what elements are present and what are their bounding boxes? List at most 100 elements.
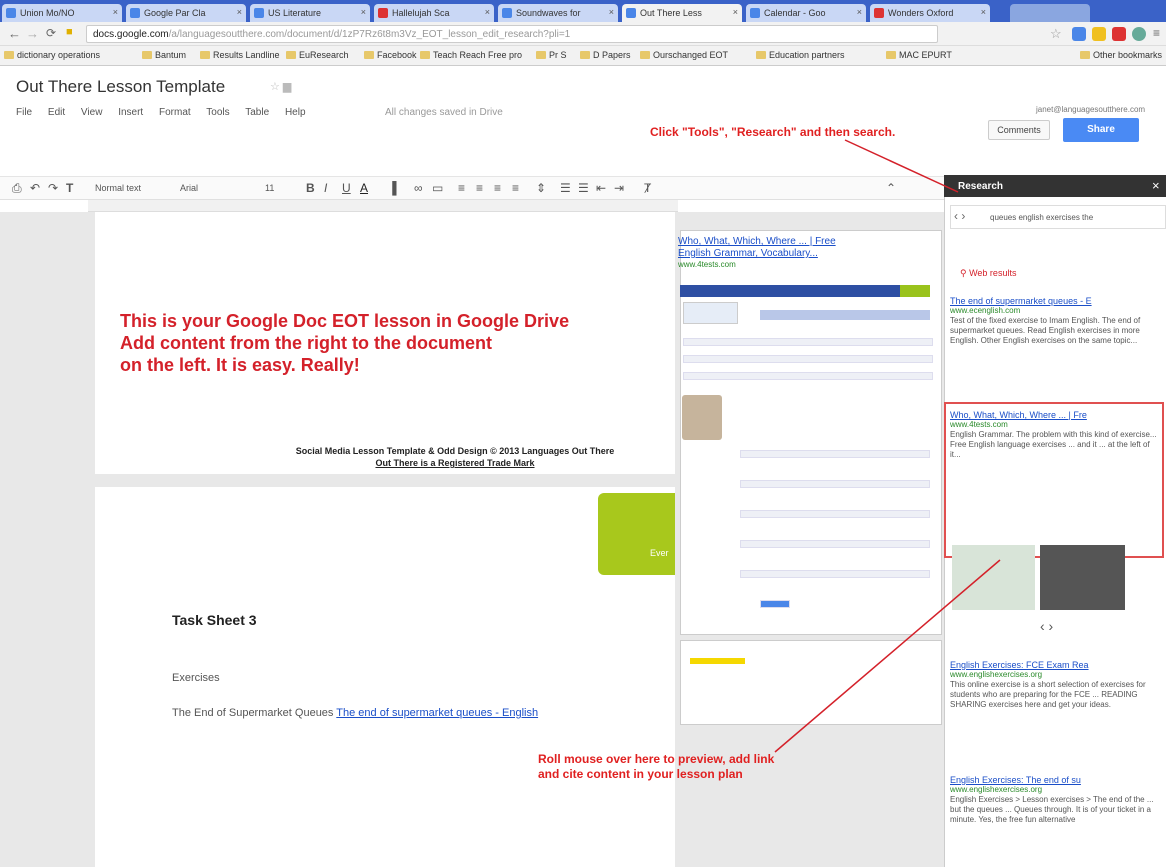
reload-icon[interactable]: ⟳ (46, 26, 56, 40)
highlight-icon[interactable]: ▐ (388, 181, 397, 195)
browser-tab[interactable]: Union Mo/NO × (2, 4, 122, 22)
close-tab-icon[interactable]: × (857, 7, 862, 17)
url-input[interactable]: docs.google.com/a/languagesoutthere.com/… (86, 25, 938, 43)
browser-tab[interactable]: Hallelujah Sca × (374, 4, 494, 22)
line-spacing-icon[interactable]: ⇕ (536, 181, 546, 195)
menu-format[interactable]: Format (159, 107, 191, 118)
preview-url: www.4tests.com (678, 260, 736, 269)
menu-table[interactable]: Table (245, 107, 269, 118)
decrease-indent-icon[interactable]: ⇤ (596, 181, 606, 195)
align-center-icon[interactable]: ≡ (476, 181, 483, 195)
undo-icon[interactable]: ↶ (30, 181, 40, 195)
menu-help[interactable]: Help (285, 107, 306, 118)
bookmark-item[interactable]: MAC EPURT (886, 50, 952, 60)
user-email[interactable]: janet@languagesoutthere.com (1036, 105, 1145, 114)
extension-icon[interactable] (1072, 27, 1086, 41)
supermarket-link[interactable]: The end of supermarket queues - English (336, 707, 538, 719)
size-select[interactable]: 11 (265, 183, 274, 193)
close-tab-icon[interactable]: × (733, 7, 738, 17)
align-left-icon[interactable]: ≡ (458, 181, 465, 195)
bookmark-item[interactable]: Ourschanged EOT (640, 50, 728, 60)
numbered-list-icon[interactable]: ☰ (560, 181, 571, 195)
result-preview-secondary[interactable] (680, 640, 942, 725)
font-select[interactable]: Arial (180, 183, 198, 193)
redo-icon[interactable]: ↷ (48, 181, 58, 195)
forward-arrow-icon[interactable]: → (26, 26, 39, 41)
menu-tools[interactable]: Tools (206, 107, 229, 118)
close-tab-icon[interactable]: × (113, 7, 118, 17)
star-folder-icons[interactable]: ☆ ▆ (270, 80, 291, 93)
comments-button[interactable]: Comments (988, 120, 1050, 140)
close-icon[interactable]: × (1152, 178, 1160, 193)
print-icon[interactable]: ⎙ (12, 181, 22, 196)
star-icon[interactable]: ☆ (1050, 26, 1062, 42)
increase-indent-icon[interactable]: ⇥ (614, 181, 624, 195)
bookmark-item[interactable]: Education partners (756, 50, 845, 60)
task-sheet-title: Task Sheet 3 (172, 612, 257, 628)
justify-icon[interactable]: ≡ (512, 181, 519, 195)
browser-tab[interactable]: US Literature × (250, 4, 370, 22)
back-arrow-icon[interactable]: ← (8, 26, 21, 41)
menu-view[interactable]: View (81, 107, 103, 118)
menu-file[interactable]: File (16, 107, 32, 118)
result-image-thumbnail[interactable] (1040, 545, 1125, 610)
bookmark-item[interactable]: Facebook (364, 50, 417, 60)
bulleted-list-icon[interactable]: ☰ (578, 181, 589, 195)
new-tab-button[interactable] (1010, 4, 1090, 22)
document-title[interactable]: Out There Lesson Template (16, 77, 225, 97)
close-tab-icon[interactable]: × (237, 7, 242, 17)
bookmark-item[interactable]: Results Landline (200, 50, 280, 60)
browser-tab[interactable]: Wonders Oxford × (870, 4, 990, 22)
research-result[interactable]: The end of supermarket queues - Ewww.ece… (950, 296, 1160, 346)
clear-format-icon[interactable]: Ⱦ (644, 181, 651, 195)
browser-tab[interactable]: Soundwaves for × (498, 4, 618, 22)
italic-icon[interactable]: I (324, 181, 327, 195)
extension-icon[interactable] (1132, 27, 1146, 41)
bookmark-item[interactable]: D Papers (580, 50, 631, 60)
result-title[interactable]: The end of supermarket queues - E (950, 296, 1160, 306)
result-image-thumbnail[interactable] (952, 545, 1035, 610)
bookmark-item[interactable]: dictionary operations (4, 50, 100, 60)
collapse-icon[interactable]: ⌃ (886, 181, 896, 195)
bold-icon[interactable]: B (306, 181, 315, 195)
menu-icon[interactable]: ≡ (1153, 26, 1160, 40)
close-tab-icon[interactable]: × (361, 7, 366, 17)
browser-tab-active[interactable]: Out There Less × (622, 4, 742, 22)
preview-site-header (680, 285, 930, 297)
browser-tab[interactable]: Google Par Cla × (126, 4, 246, 22)
menu-insert[interactable]: Insert (118, 107, 143, 118)
result-title[interactable]: English Exercises: The end of su (950, 775, 1160, 785)
preview-title[interactable]: Who, What, Which, Where ... | Free Englis… (678, 236, 918, 260)
share-button[interactable]: Share (1063, 118, 1139, 142)
close-tab-icon[interactable]: × (609, 7, 614, 17)
browser-tab[interactable]: Calendar - Goo × (746, 4, 866, 22)
paint-format-icon[interactable]: T (66, 181, 73, 195)
text-color-icon[interactable]: A (360, 181, 368, 195)
supermarket-line: The End of Supermarket Queues The end of… (172, 707, 538, 719)
comment-icon[interactable]: ▭ (432, 181, 443, 195)
web-results-label[interactable]: ⚲ Web results (960, 268, 1016, 279)
menu-edit[interactable]: Edit (48, 107, 65, 118)
bookmark-item[interactable]: Teach Reach Free pro (420, 50, 522, 60)
style-select[interactable]: Normal text (95, 183, 141, 193)
underline-icon[interactable]: U (342, 181, 351, 195)
preview-content-row (740, 570, 930, 578)
image-carousel-arrows[interactable]: ‹ › (1040, 618, 1053, 634)
bookmark-item[interactable]: Pr S (536, 50, 567, 60)
extension-icon[interactable] (1092, 27, 1106, 41)
extension-icon[interactable] (1112, 27, 1126, 41)
ruler[interactable] (88, 200, 678, 212)
close-tab-icon[interactable]: × (981, 7, 986, 17)
bookmark-item[interactable]: Bantum (142, 50, 186, 60)
research-query[interactable]: queues english exercises the (990, 213, 1093, 222)
back-forward-icons[interactable]: ‹ › (954, 209, 965, 223)
align-right-icon[interactable]: ≡ (494, 181, 501, 195)
result-title[interactable]: English Exercises: FCE Exam Rea (950, 660, 1160, 670)
bookmark-item[interactable]: Other bookmarks (1080, 50, 1162, 60)
bookmark-item[interactable]: EuResearch (286, 50, 349, 60)
link-icon[interactable]: ∞ (414, 181, 423, 195)
preview-site-accent (900, 285, 930, 297)
research-result[interactable]: English Exercises: FCE Exam Rea www.engli… (950, 660, 1160, 710)
close-tab-icon[interactable]: × (485, 7, 490, 17)
research-result[interactable]: English Exercises: The end of su www.engl… (950, 775, 1160, 825)
